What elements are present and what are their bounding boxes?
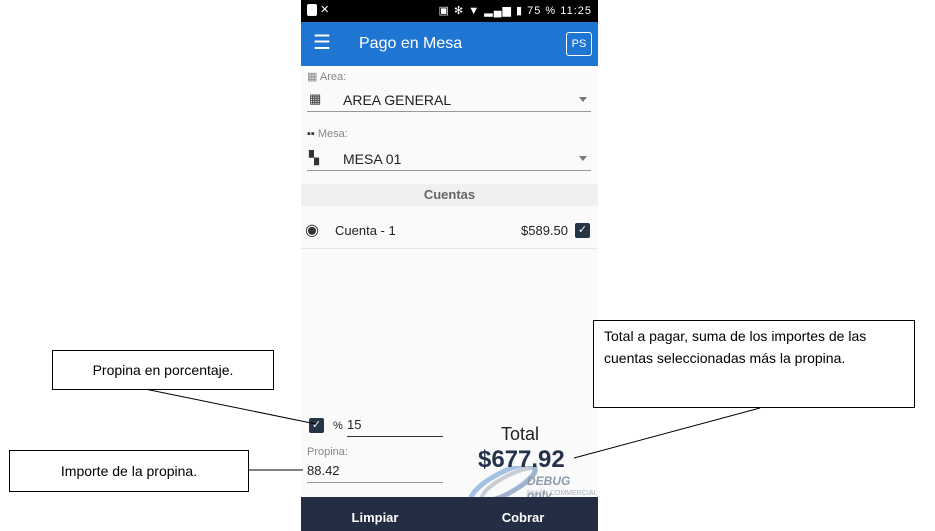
callout-total: Total a pagar, suma de los importes de l… <box>593 320 915 408</box>
callout-propina-porcentaje: Propina en porcentaje. <box>52 350 274 390</box>
callout-importe-propina: Importe de la propina. <box>9 450 249 492</box>
